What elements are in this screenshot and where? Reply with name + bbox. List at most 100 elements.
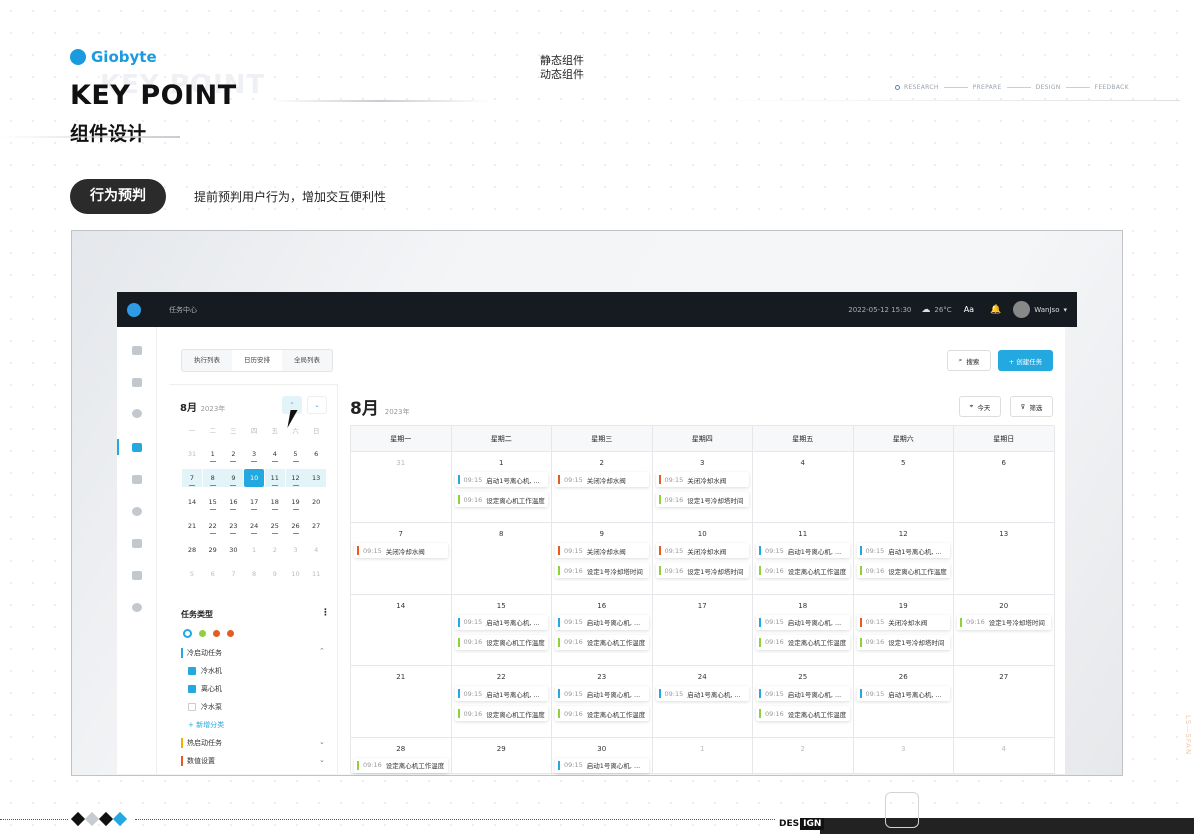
list-icon[interactable] bbox=[132, 378, 142, 387]
calendar-day[interactable]: 18 09:15 启动1号离心机, ... 09:16 设定离心机工作温度 bbox=[753, 594, 854, 667]
event-chip[interactable]: 09:16 设定离心机工作温度 bbox=[454, 706, 548, 722]
calendar-day[interactable]: 2 09:15 关闭冷却水阀 bbox=[552, 452, 653, 524]
calendar-day[interactable]: 13 bbox=[954, 523, 1055, 595]
calendar-day[interactable]: 8 bbox=[451, 523, 552, 595]
group-hot-start[interactable]: 热启动任务 bbox=[181, 738, 222, 748]
mini-day[interactable]: 1 bbox=[244, 541, 264, 559]
mini-day[interactable]: 27 bbox=[306, 517, 326, 535]
calendar-day[interactable]: 10 09:15 关闭冷却水阀 09:16 设定1号冷却塔时间 bbox=[652, 523, 753, 595]
event-chip[interactable]: 09:15 关闭冷却水阀 bbox=[655, 543, 749, 559]
next-month-button[interactable]: ⌄ bbox=[307, 396, 327, 414]
today-button[interactable]: ⌖ 今天 bbox=[959, 396, 1001, 417]
user-icon[interactable] bbox=[132, 507, 142, 516]
group-value-settings[interactable]: 数值设置 bbox=[181, 756, 215, 766]
calendar-day[interactable]: 7 09:15 关闭冷却水阀 bbox=[351, 523, 452, 595]
settings-icon[interactable] bbox=[132, 539, 142, 548]
color-dot-blue[interactable] bbox=[183, 629, 192, 638]
event-chip[interactable]: 09:16 设定1号冷却塔时间 bbox=[856, 634, 950, 650]
event-chip[interactable]: 09:16 设定1号冷却塔时间 bbox=[957, 614, 1051, 630]
calendar-day[interactable]: 26 09:15 启动1号离心机, ... bbox=[853, 666, 954, 738]
event-chip[interactable]: 09:15 启动1号离心机, ... bbox=[454, 686, 548, 702]
mini-day[interactable]: 21 bbox=[182, 517, 202, 535]
calendar-day[interactable]: 15 09:15 启动1号离心机, ... 09:16 设定离心机工作温度 bbox=[451, 594, 552, 667]
mini-day[interactable]: 20 bbox=[306, 493, 326, 511]
event-chip[interactable]: 09:16 设定离心机工作温度 bbox=[454, 492, 548, 507]
event-chip[interactable]: 09:15 关闭冷却水阀 bbox=[655, 472, 749, 487]
calendar-day[interactable]: 6 bbox=[954, 452, 1055, 524]
bell-icon[interactable]: 🔔 bbox=[990, 305, 1001, 315]
event-chip[interactable]: 09:16 设定1号冷却塔时间 bbox=[655, 563, 749, 579]
mini-day[interactable]: 31 bbox=[182, 445, 202, 463]
event-chip[interactable]: 09:15 关闭冷却水阀 bbox=[555, 543, 649, 559]
calendar-icon[interactable] bbox=[132, 443, 142, 452]
mini-day[interactable]: 5 bbox=[182, 565, 202, 583]
filter-button[interactable]: ⊽ 筛选 bbox=[1010, 396, 1053, 417]
tab-calendar[interactable]: 日历安排 bbox=[232, 350, 282, 371]
mini-day[interactable]: 6 bbox=[306, 445, 326, 463]
mini-day[interactable]: 10 bbox=[244, 469, 265, 487]
mini-day[interactable]: 8 bbox=[244, 565, 264, 583]
mini-day[interactable]: 2 bbox=[265, 541, 285, 559]
calendar-day[interactable]: 9 09:15 关闭冷却水阀 09:16 设定1号冷却塔时间 bbox=[552, 523, 653, 595]
calendar-day[interactable]: 3 09:15 关闭冷却水阀 09:16 设定1号冷却塔时间 bbox=[652, 452, 753, 524]
mini-day[interactable]: 14 bbox=[182, 493, 202, 511]
group-cold-start[interactable]: 冷启动任务 bbox=[181, 648, 222, 658]
mini-day[interactable]: 7 bbox=[223, 565, 243, 583]
add-category-link[interactable]: + 新增分类 bbox=[188, 720, 224, 730]
mini-day[interactable]: 6 bbox=[203, 565, 223, 583]
calendar-day[interactable]: 28 09:16 设定离心机工作温度 bbox=[351, 737, 452, 774]
mini-day[interactable]: 9 bbox=[265, 565, 285, 583]
event-chip[interactable]: 09:16 设定离心机工作温度 bbox=[756, 563, 850, 579]
event-chip[interactable]: 09:16 设定离心机工作温度 bbox=[555, 634, 649, 650]
event-chip[interactable]: 09:16 设定离心机工作温度 bbox=[756, 706, 850, 722]
event-chip[interactable]: 09:15 启动1号离心机, ... bbox=[555, 757, 649, 773]
mini-day[interactable]: 28 bbox=[182, 541, 202, 559]
search-button[interactable]: ⌕ 搜索 bbox=[947, 350, 991, 371]
event-chip[interactable]: 09:16 设定离心机工作温度 bbox=[454, 634, 548, 650]
mini-day[interactable]: 29 bbox=[203, 541, 223, 559]
event-chip[interactable]: 09:16 设定1号冷却塔时间 bbox=[555, 563, 649, 579]
event-chip[interactable]: 09:15 启动1号离心机, ... bbox=[756, 686, 850, 702]
event-chip[interactable]: 09:16 设定离心机工作温度 bbox=[756, 634, 850, 650]
tab-global-list[interactable]: 全局列表 bbox=[282, 350, 332, 371]
create-task-button[interactable]: + 创建任务 bbox=[998, 350, 1053, 371]
chevron-down-icon[interactable]: ⌄ bbox=[319, 738, 325, 746]
event-chip[interactable]: 09:15 启动1号离心机, ... bbox=[756, 543, 850, 559]
event-chip[interactable]: 09:15 关闭冷却水阀 bbox=[856, 614, 950, 630]
checkbox-centrifuge[interactable]: 离心机 bbox=[188, 684, 222, 694]
calendar-day[interactable]: 23 09:15 启动1号离心机, ... 09:16 设定离心机工作温度 bbox=[552, 666, 653, 738]
event-chip[interactable]: 09:16 设定离心机工作温度 bbox=[354, 757, 448, 773]
event-chip[interactable]: 09:16 设定离心机工作温度 bbox=[555, 706, 649, 722]
pie-icon[interactable] bbox=[132, 409, 142, 418]
chart-icon[interactable] bbox=[132, 346, 142, 355]
calendar-day[interactable]: 12 09:15 启动1号离心机, ... 09:16 设定离心机工作温度 bbox=[853, 523, 954, 595]
calendar-day[interactable]: 19 09:15 关闭冷却水阀 09:16 设定1号冷却塔时间 bbox=[853, 594, 954, 667]
color-dot-red[interactable] bbox=[227, 630, 234, 637]
event-chip[interactable]: 09:15 启动1号离心机, ... bbox=[655, 686, 749, 702]
event-chip[interactable]: 09:15 启动1号离心机, ... bbox=[454, 472, 548, 487]
calendar-day[interactable]: 24 09:15 启动1号离心机, ... bbox=[652, 666, 753, 738]
tab-execute-list[interactable]: 执行列表 bbox=[182, 350, 232, 371]
calendar-day[interactable]: 5 bbox=[853, 452, 954, 524]
calendar-day[interactable]: 29 bbox=[451, 737, 552, 774]
chevron-up-icon[interactable]: ⌃ bbox=[319, 647, 325, 655]
event-chip[interactable]: 09:15 启动1号离心机, ... bbox=[756, 614, 850, 630]
event-chip[interactable]: 09:15 启动1号离心机, ... bbox=[856, 543, 950, 559]
calendar-day[interactable]: 1 bbox=[652, 737, 753, 774]
mini-day[interactable]: 11 bbox=[306, 565, 326, 583]
calendar-day[interactable]: 11 09:15 启动1号离心机, ... 09:16 设定离心机工作温度 bbox=[753, 523, 854, 595]
more-icon[interactable]: ⋮ bbox=[321, 608, 330, 618]
calendar-day[interactable]: 4 bbox=[954, 737, 1055, 774]
event-chip[interactable]: 09:15 启动1号离心机, ... bbox=[454, 614, 548, 630]
event-chip[interactable]: 09:16 设定离心机工作温度 bbox=[856, 563, 950, 579]
mini-day[interactable]: 30 bbox=[223, 541, 243, 559]
calendar-day[interactable]: 16 09:15 启动1号离心机, ... 09:16 设定离心机工作温度 bbox=[552, 594, 653, 667]
wrench-icon[interactable] bbox=[132, 475, 142, 484]
checkbox-pump[interactable]: 冷水泵 bbox=[188, 702, 222, 712]
gear-icon[interactable] bbox=[132, 603, 142, 612]
calendar-day[interactable]: 17 bbox=[652, 594, 753, 667]
event-chip[interactable]: 09:16 设定1号冷却塔时间 bbox=[655, 492, 749, 507]
calendar-day[interactable]: 30 09:15 启动1号离心机, ... bbox=[552, 737, 653, 774]
event-chip[interactable]: 09:15 关闭冷却水阀 bbox=[354, 543, 448, 559]
mini-day[interactable]: 3 bbox=[286, 541, 306, 559]
